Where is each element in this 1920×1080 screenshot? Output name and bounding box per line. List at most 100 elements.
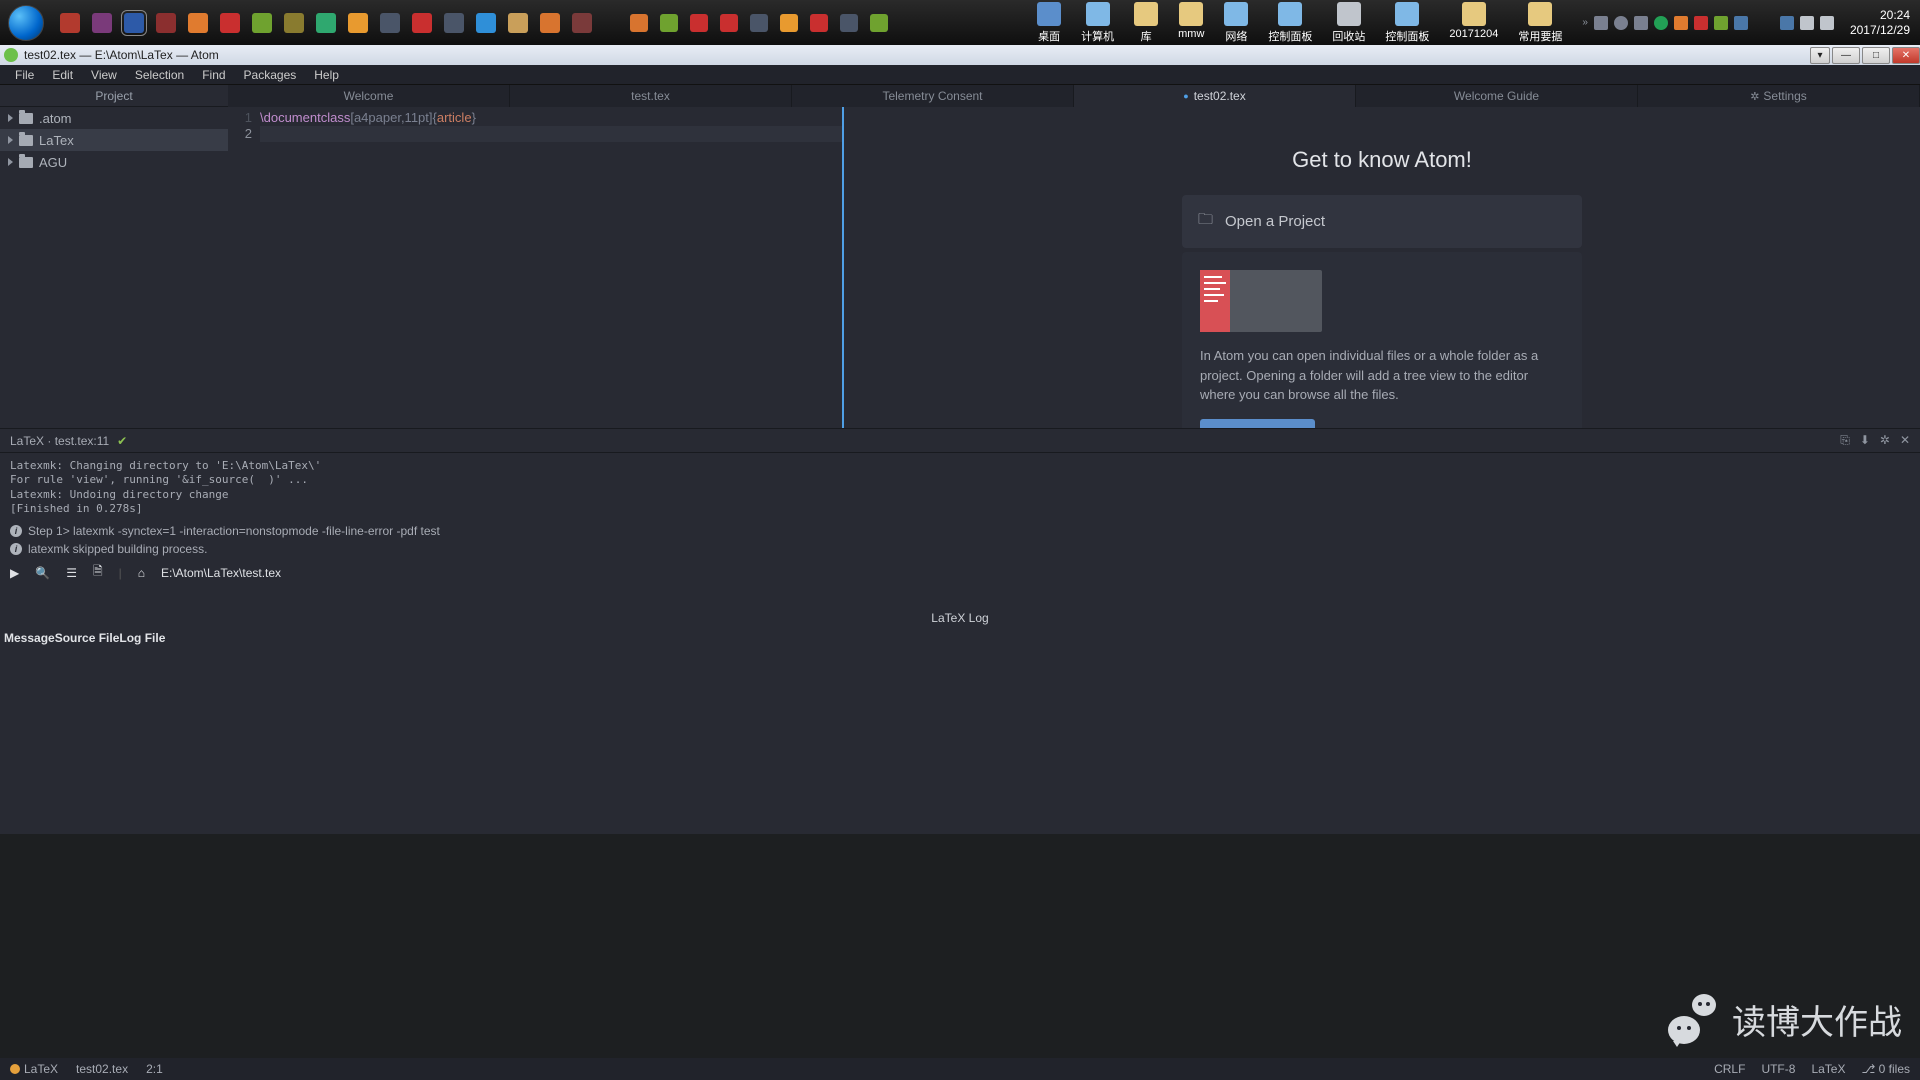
desktop-shortcut[interactable]: 桌面 <box>1037 2 1061 44</box>
taskbar-app-icon[interactable] <box>124 13 144 33</box>
taskbar-app-icon[interactable] <box>810 14 828 32</box>
desktop-shortcut[interactable]: 回收站 <box>1332 2 1365 44</box>
taskbar-app-icon[interactable] <box>870 14 888 32</box>
menu-view[interactable]: View <box>82 68 126 82</box>
status-git[interactable]: ⎇ 0 files <box>1861 1062 1910 1076</box>
status-file[interactable]: test02.tex <box>76 1062 128 1076</box>
desktop-shortcut[interactable]: mmw <box>1178 2 1204 44</box>
file-icon[interactable]: 🗎 <box>93 562 103 583</box>
taskbar-app-icon[interactable] <box>750 14 768 32</box>
folder-icon <box>19 157 33 168</box>
taskbar-app-icon[interactable] <box>630 14 648 32</box>
list-icon[interactable]: ☰ <box>66 566 77 580</box>
build-skip-text: latexmk skipped building process. <box>28 542 207 556</box>
gear-icon[interactable]: ✲ <box>1880 433 1890 448</box>
menu-help[interactable]: Help <box>305 68 348 82</box>
copy-icon[interactable]: ⎘ <box>1840 433 1850 448</box>
tree-item-.atom[interactable]: .atom <box>0 107 228 129</box>
menu-edit[interactable]: Edit <box>43 68 82 82</box>
taskbar-app-icon[interactable] <box>444 13 464 33</box>
tree-item-latex[interactable]: LaTex <box>0 129 228 151</box>
welcome-card-label: Open a Project <box>1225 213 1325 230</box>
tray-icon[interactable] <box>1780 16 1794 30</box>
taskbar-app-icon[interactable] <box>380 13 400 33</box>
taskbar-app-icon[interactable] <box>840 14 858 32</box>
aux-button[interactable]: ▾ <box>1810 47 1830 64</box>
menu-packages[interactable]: Packages <box>235 68 306 82</box>
build-panel: LaTeX · test.tex:11 ✔ ⎘ ⬇ ✲ ✕ Latexmk: C… <box>0 428 1920 607</box>
taskbar-app-icon[interactable] <box>780 14 798 32</box>
window-titlebar: test02.tex — E:\Atom\LaTex — Atom ▾ — □ … <box>0 45 1920 65</box>
desktop-shortcut[interactable]: 控制面板 <box>1268 2 1312 44</box>
taskbar-app-icon[interactable] <box>412 13 432 33</box>
taskbar-app-icon[interactable] <box>508 13 528 33</box>
search-icon[interactable]: 🔍 <box>35 566 50 580</box>
code-area[interactable]: \documentclass[a4paper,11pt]{article} <box>260 107 842 428</box>
clock-time: 20:24 <box>1850 8 1910 22</box>
taskbar-app-icon[interactable] <box>476 13 496 33</box>
welcome-card-open-project[interactable]: 🗀 Open a Project <box>1182 195 1582 248</box>
maximize-button[interactable]: □ <box>1862 47 1890 64</box>
taskbar-app-icon[interactable] <box>252 13 272 33</box>
status-encoding[interactable]: UTF-8 <box>1761 1062 1795 1076</box>
tray-icon[interactable] <box>1654 16 1668 30</box>
taskbar-app-icon[interactable] <box>60 13 80 33</box>
close-button[interactable]: ✕ <box>1892 47 1920 64</box>
taskbar-app-icon[interactable] <box>660 14 678 32</box>
help-icon[interactable] <box>1614 16 1628 30</box>
watermark-text: 读博大作战 <box>1732 995 1902 1044</box>
clock[interactable]: 20:24 2017/12/29 <box>1850 8 1910 37</box>
window-controls: ▾ — □ ✕ <box>1808 47 1920 64</box>
menu-file[interactable]: File <box>6 68 43 82</box>
editor-pane[interactable]: 12 \documentclass[a4paper,11pt]{article} <box>228 107 842 428</box>
tab-telemetry-consent[interactable]: Telemetry Consent <box>792 85 1074 107</box>
tray-icon[interactable] <box>1694 16 1708 30</box>
tab-test-tex[interactable]: test.tex <box>510 85 792 107</box>
taskbar-app-icon[interactable] <box>92 13 112 33</box>
tray-icon[interactable] <box>1674 16 1688 30</box>
open-project-button[interactable]: Open a Project <box>1200 419 1315 429</box>
taskbar-app-icon[interactable] <box>540 13 560 33</box>
book-icon: 🗀 <box>1198 209 1213 234</box>
play-icon[interactable]: ▶ <box>10 566 19 580</box>
tab-welcome[interactable]: Welcome <box>228 85 510 107</box>
status-grammar[interactable]: LaTeX <box>1811 1062 1845 1076</box>
tray-icon[interactable] <box>1714 16 1728 30</box>
minimize-button[interactable]: — <box>1832 47 1860 64</box>
tray-icon[interactable] <box>1734 16 1748 30</box>
taskbar-app-icon[interactable] <box>348 13 368 33</box>
taskbar-app-icon[interactable] <box>188 13 208 33</box>
status-line-ending[interactable]: CRLF <box>1714 1062 1745 1076</box>
home-icon[interactable]: ⌂ <box>138 566 145 580</box>
tray-icon[interactable] <box>1634 16 1648 30</box>
taskbar-app-icon[interactable] <box>720 14 738 32</box>
tab-test02-tex[interactable]: test02.tex <box>1074 85 1356 107</box>
close-icon[interactable]: ✕ <box>1900 433 1910 448</box>
download-icon[interactable]: ⬇ <box>1860 433 1870 448</box>
desktop-shortcut[interactable]: 控制面板 <box>1385 2 1429 44</box>
tab-settings[interactable]: ✲Settings <box>1638 85 1920 107</box>
volume-icon[interactable] <box>1820 16 1834 30</box>
status-latex[interactable]: LaTeX <box>10 1062 58 1076</box>
desktop-shortcut[interactable]: 网络 <box>1224 2 1248 44</box>
tree-item-agu[interactable]: AGU <box>0 151 228 173</box>
start-button[interactable] <box>8 5 44 41</box>
taskbar-app-icon[interactable] <box>690 14 708 32</box>
network-icon[interactable] <box>1800 16 1814 30</box>
taskbar-app-icon[interactable] <box>284 13 304 33</box>
desktop-shortcut[interactable]: 常用要据 <box>1518 2 1562 44</box>
taskbar-app-icon[interactable] <box>156 13 176 33</box>
build-skip: i latexmk skipped building process. <box>0 540 1920 558</box>
tray-icon[interactable] <box>1594 16 1608 30</box>
desktop-shortcut[interactable]: 计算机 <box>1081 2 1114 44</box>
taskbar-app-icon[interactable] <box>572 13 592 33</box>
editor-panes: 12 \documentclass[a4paper,11pt]{article}… <box>228 107 1920 428</box>
desktop-shortcut[interactable]: 20171204 <box>1449 2 1498 44</box>
tab-welcome-guide[interactable]: Welcome Guide <box>1356 85 1638 107</box>
desktop-shortcut[interactable]: 库 <box>1134 2 1158 44</box>
taskbar-app-icon[interactable] <box>220 13 240 33</box>
taskbar-app-icon[interactable] <box>316 13 336 33</box>
menu-find[interactable]: Find <box>193 68 234 82</box>
status-cursor-pos[interactable]: 2:1 <box>146 1062 163 1076</box>
menu-selection[interactable]: Selection <box>126 68 193 82</box>
